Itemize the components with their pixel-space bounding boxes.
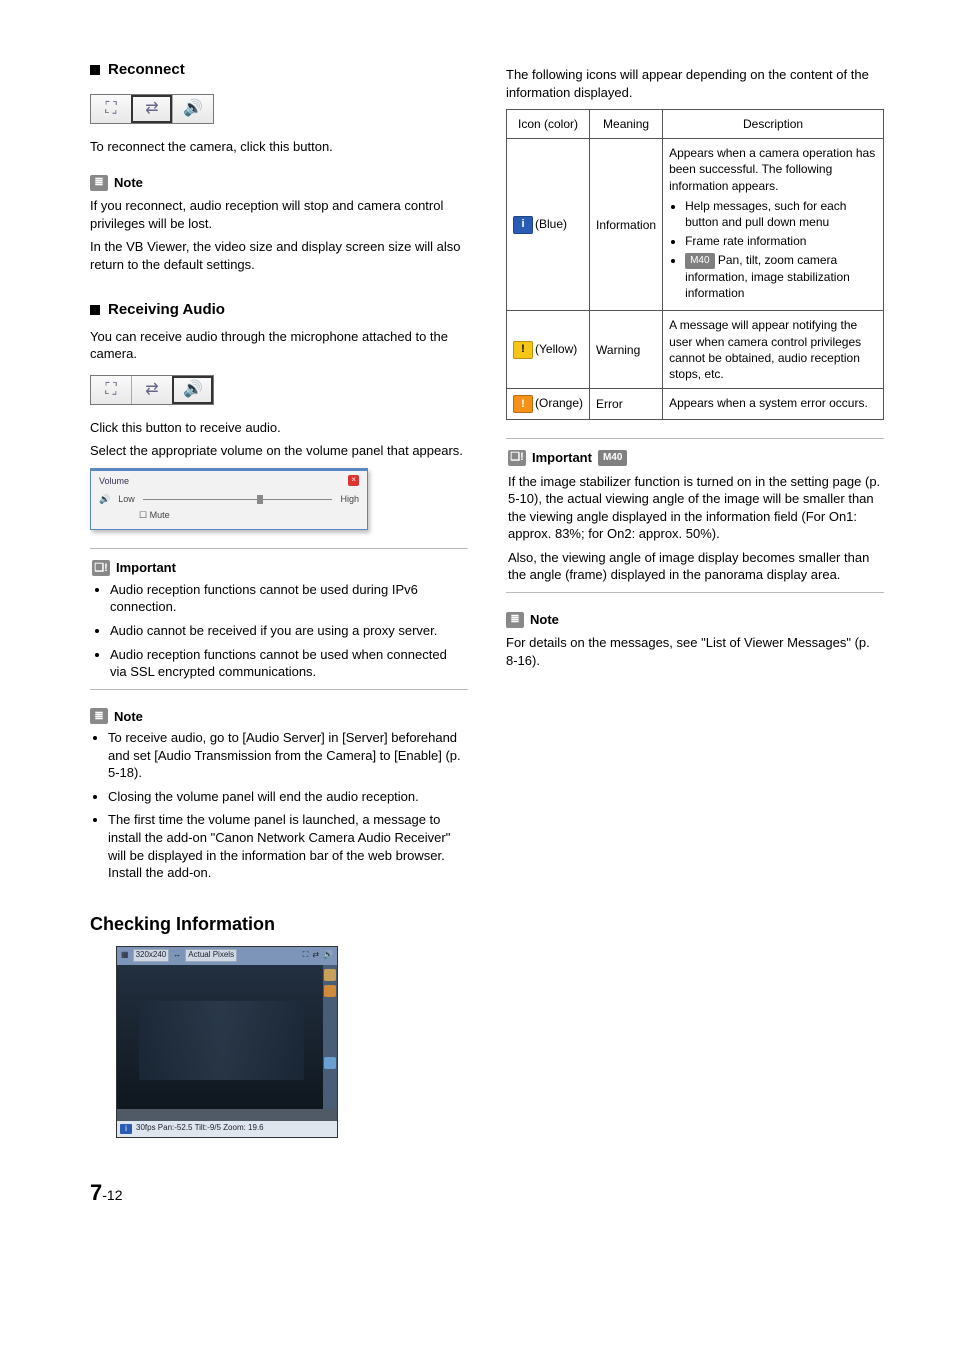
- important-item: Audio reception functions cannot be used…: [110, 581, 466, 616]
- heading-reconnect: Reconnect: [90, 60, 468, 80]
- audio-desc-2: Click this button to receive audio.: [90, 419, 468, 437]
- reconnect-icon: ⇄: [312, 950, 319, 961]
- important-icon: ❑!: [92, 560, 110, 576]
- volume-low-label: Low: [118, 493, 135, 505]
- important-icon: ❑!: [508, 450, 526, 466]
- close-icon: ×: [348, 475, 359, 486]
- note-audio: ≣ Note To receive audio, go to [Audio Se…: [90, 708, 468, 882]
- note-messages: ≣ Note For details on the messages, see …: [506, 611, 884, 670]
- page-number: 7-12: [90, 1178, 884, 1208]
- reconnect-icon: ⇄: [131, 376, 172, 404]
- important-list: Audio reception functions cannot be used…: [92, 581, 466, 681]
- info-status-icon: i: [120, 1124, 132, 1134]
- size-select: 320x240: [133, 949, 170, 962]
- table-row: !(Yellow) Warning A message will appear …: [507, 311, 884, 389]
- important-stabilizer: ❑! Important M40 If the image stabilizer…: [506, 438, 884, 593]
- note-icon: ≣: [90, 708, 108, 724]
- note-title: Note: [530, 611, 559, 629]
- volume-high-label: High: [340, 493, 359, 505]
- mute-label: Mute: [150, 510, 170, 520]
- resize-icon: ↔: [173, 950, 181, 961]
- grid-icon: ▦: [121, 950, 129, 961]
- col-meaning: Meaning: [590, 110, 663, 139]
- audio-icon: 🔊: [323, 950, 333, 961]
- icons-intro: The following icons will appear dependin…: [506, 66, 884, 101]
- heading-checking-information: Checking Information: [90, 912, 468, 936]
- note-item: To receive audio, go to [Audio Server] i…: [108, 729, 468, 782]
- important-title: Important: [532, 449, 592, 467]
- col-description: Description: [663, 110, 884, 139]
- audio-icon: 🔊: [172, 376, 213, 404]
- model-badge: M40: [685, 253, 714, 269]
- important-item: Audio reception functions cannot be used…: [110, 646, 466, 681]
- reconnect-icon: ⇄: [131, 95, 172, 123]
- side-control-icon: [324, 985, 336, 997]
- fullscreen-icon: ⛶: [91, 95, 131, 123]
- status-text: 30fps Pan:-52.5 Tilt:-9/5 Zoom: 19.6: [136, 1123, 264, 1134]
- audio-toolbar-figure: ⛶ ⇄ 🔊: [90, 375, 214, 405]
- audio-desc-1: You can receive audio through the microp…: [90, 328, 468, 363]
- note-reconnect: ≣ Note If you reconnect, audio reception…: [90, 174, 468, 274]
- warning-icon: !: [513, 341, 533, 359]
- table-row: !(Orange) Error Appears when a system er…: [507, 389, 884, 420]
- volume-title: Volume: [99, 475, 359, 487]
- important-audio: ❑! Important Audio reception functions c…: [90, 548, 468, 689]
- speaker-icon: 🔊: [99, 493, 110, 505]
- table-row: i(Blue) Information Appears when a camer…: [507, 139, 884, 311]
- error-icon: !: [513, 395, 533, 413]
- mode-select: Actual Pixels: [185, 949, 237, 962]
- volume-slider: [143, 499, 333, 500]
- col-icon: Icon (color): [507, 110, 590, 139]
- fullscreen-icon: ⛶: [303, 950, 309, 961]
- note-title: Note: [114, 708, 143, 726]
- reconnect-toolbar-figure: ⛶ ⇄ 🔊: [90, 94, 214, 124]
- viewer-figure: ▦ 320x240 ↔ Actual Pixels ⛶ ⇄ 🔊 i 30fps …: [116, 946, 338, 1138]
- icon-table: Icon (color) Meaning Description i(Blue)…: [506, 109, 884, 420]
- note-item: Closing the volume panel will end the au…: [108, 788, 468, 806]
- note-title: Note: [114, 174, 143, 192]
- side-control-icon: [324, 1057, 336, 1069]
- audio-icon: 🔊: [172, 95, 213, 123]
- model-badge: M40: [598, 450, 627, 466]
- note-icon: ≣: [90, 175, 108, 191]
- heading-receiving-audio: Receiving Audio: [90, 300, 468, 320]
- side-control-icon: [324, 969, 336, 981]
- info-icon: i: [513, 216, 533, 234]
- volume-panel-figure: × Volume 🔊 Low High ☐ Mute: [90, 468, 368, 530]
- note-icon: ≣: [506, 612, 524, 628]
- important-title: Important: [116, 559, 176, 577]
- fullscreen-icon: ⛶: [91, 376, 131, 404]
- note-list: To receive audio, go to [Audio Server] i…: [90, 729, 468, 881]
- important-item: Audio cannot be received if you are usin…: [110, 622, 466, 640]
- audio-desc-3: Select the appropriate volume on the vol…: [90, 442, 468, 460]
- reconnect-desc: To reconnect the camera, click this butt…: [90, 138, 468, 156]
- note-item: The first time the volume panel is launc…: [108, 811, 468, 881]
